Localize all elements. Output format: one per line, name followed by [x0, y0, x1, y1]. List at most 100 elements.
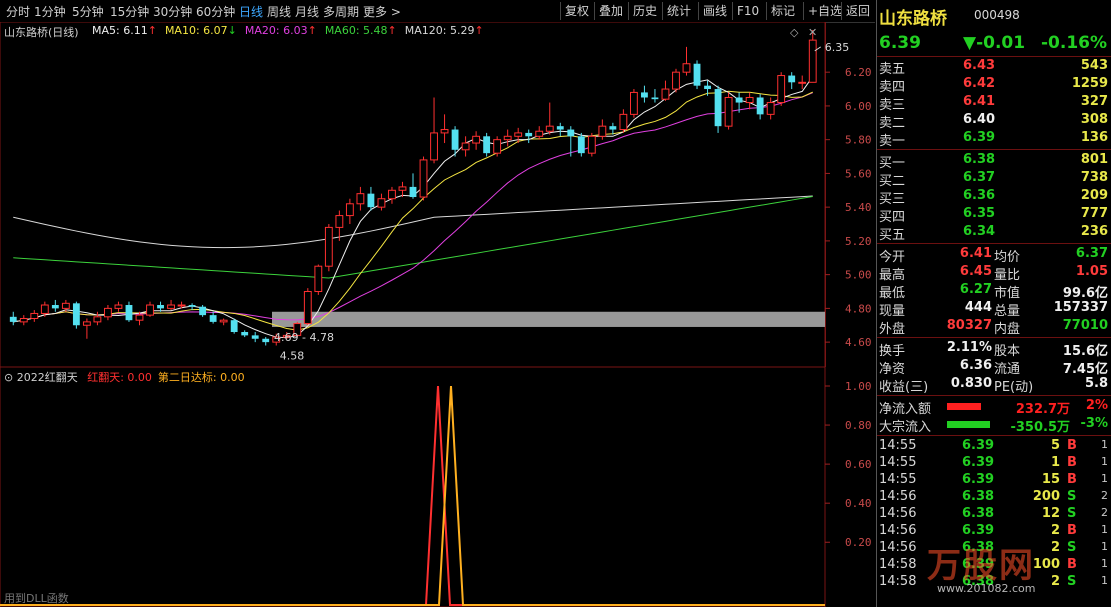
period-tab-6[interactable]: 日线	[239, 3, 263, 20]
tick-volume: 12	[1041, 506, 1060, 521]
toolbar-action-2[interactable]: 历史	[628, 2, 661, 20]
candle-body	[745, 96, 754, 104]
toolbar-action-6[interactable]: 标记	[766, 2, 799, 20]
bid-row-2[interactable]: 买三 6.36 209	[877, 188, 1111, 207]
period-tab-2[interactable]: 5分钟	[72, 3, 104, 20]
tick-count: 1	[1101, 557, 1108, 570]
tick-row-0: 14:55 6.39 5 B 1	[877, 438, 1111, 456]
tick-price: 6.38	[962, 489, 995, 504]
stat-value: 157337	[1053, 300, 1108, 315]
tick-side: B	[1067, 438, 1077, 453]
tick-side: B	[1067, 472, 1077, 487]
divider	[877, 435, 1111, 436]
period-tab-5[interactable]: 60分钟	[196, 3, 235, 20]
low-annotation: 4.58	[280, 350, 305, 363]
candle-body	[345, 203, 354, 217]
bid-price: 6.34	[963, 224, 996, 239]
bid-label: 买五	[879, 228, 906, 243]
toolbar-action-4[interactable]: 画线	[698, 2, 731, 20]
candle-body	[251, 335, 259, 339]
tick-count: 2	[1101, 489, 1108, 502]
candle-body	[766, 102, 775, 115]
finance-value: 15.6亿	[1062, 344, 1108, 359]
candle-body	[72, 303, 80, 326]
bid-row-4[interactable]: 买五 6.34 236	[877, 224, 1111, 243]
candle-body	[461, 142, 470, 151]
finance-value: 0.830	[950, 376, 992, 391]
ask-row-1[interactable]: 卖四 6.42 1259	[877, 76, 1111, 95]
tick-count: 1	[1101, 523, 1108, 536]
collapse-icon[interactable]: ⊙	[4, 371, 13, 384]
tick-time: 14:55	[879, 438, 917, 453]
bid-price: 6.38	[963, 152, 996, 167]
tick-volume: 15	[1041, 472, 1060, 487]
candle-body	[629, 91, 638, 115]
tick-count: 2	[1101, 506, 1108, 519]
period-tab-0[interactable]: 分时	[6, 3, 30, 20]
bid-row-0[interactable]: 买一 6.38 801	[877, 152, 1111, 171]
stat-value: 6.27	[959, 282, 992, 297]
toolbar-action-3[interactable]: 统计	[662, 2, 695, 20]
candle-body	[493, 139, 502, 154]
tick-volume: 5	[1050, 438, 1060, 453]
ask-price: 6.43	[963, 58, 996, 73]
period-tab-4[interactable]: 30分钟	[153, 3, 192, 20]
stat-label: 均价	[994, 250, 1021, 265]
bid-row-3[interactable]: 买四 6.35 777	[877, 206, 1111, 225]
period-tab-3[interactable]: 15分钟	[110, 3, 149, 20]
candlestick-chart[interactable]: 6.20 6.00 5.80 5.60 5.40 5.20 5.00 4.80 4.60 6.35…	[0, 22, 875, 367]
ask-row-2[interactable]: 卖三 6.41 327	[877, 94, 1111, 113]
finance-label: 流通	[994, 362, 1021, 377]
divider	[877, 56, 1111, 57]
period-tab-7[interactable]: 周线	[267, 3, 291, 20]
divider	[877, 337, 1111, 338]
toolbar-action-1[interactable]: 叠加	[594, 2, 627, 20]
candle-body	[125, 305, 133, 321]
candle-body	[51, 305, 59, 309]
candle-body	[367, 193, 375, 208]
period-tab-8[interactable]: 月线	[295, 3, 319, 20]
ask-price: 6.40	[963, 112, 996, 127]
stock-code: 000498	[974, 8, 1020, 22]
ma-legend-item-4: MA120: 5.29↑	[405, 24, 484, 37]
bid-label: 买四	[879, 210, 906, 225]
stat-value: 6.37	[1075, 246, 1108, 261]
tick-row-1: 14:55 6.39 1 B 1	[877, 455, 1111, 473]
tick-side: B	[1067, 523, 1077, 538]
ask-volume: 136	[1080, 130, 1108, 145]
period-tab-10[interactable]: 更多 >	[363, 3, 401, 20]
y-tick-label: 6.20	[845, 66, 872, 79]
indicator-tick-label: 1.00	[845, 380, 872, 393]
tick-count: 1	[1101, 472, 1108, 485]
price-zone-band	[272, 311, 825, 327]
toolbar-action-5[interactable]: F10	[732, 2, 763, 20]
ask-volume: 308	[1080, 112, 1108, 127]
bid-row-1[interactable]: 买二 6.37 738	[877, 170, 1111, 189]
candle-body	[199, 306, 207, 316]
candle-body	[398, 186, 407, 191]
candle-body	[61, 302, 70, 309]
finance-label: 股本	[994, 344, 1021, 359]
candle-body	[661, 88, 670, 100]
indicator-frame	[0, 367, 826, 607]
candle-body	[672, 71, 680, 90]
ask-row-0[interactable]: 卖五 6.43 543	[877, 58, 1111, 77]
indicator-tick-label: 0.20	[845, 536, 872, 549]
toolbar-action-7[interactable]: +自选	[803, 2, 846, 20]
candle-body	[651, 97, 659, 100]
candle-body	[356, 193, 365, 205]
candle-body	[714, 89, 722, 127]
indicator-chart[interactable]: 1.00 0.80 0.60 0.40 0.20	[0, 367, 875, 607]
toolbar-action-8[interactable]: 返回	[841, 2, 874, 20]
toolbar-action-0[interactable]: 复权	[560, 2, 593, 20]
ask-row-4[interactable]: 卖一 6.39 136	[877, 130, 1111, 149]
stat-label: 现量	[879, 304, 906, 319]
ask-row-3[interactable]: 卖二 6.40 308	[877, 112, 1111, 131]
tick-volume: 200	[1032, 489, 1060, 504]
candle-body	[619, 113, 628, 131]
period-tab-1[interactable]: 1分钟	[34, 3, 66, 20]
divider	[877, 149, 1111, 150]
tick-time: 14:55	[879, 472, 917, 487]
period-tab-9[interactable]: 多周期	[323, 3, 359, 20]
ask-volume: 1259	[1071, 76, 1108, 91]
